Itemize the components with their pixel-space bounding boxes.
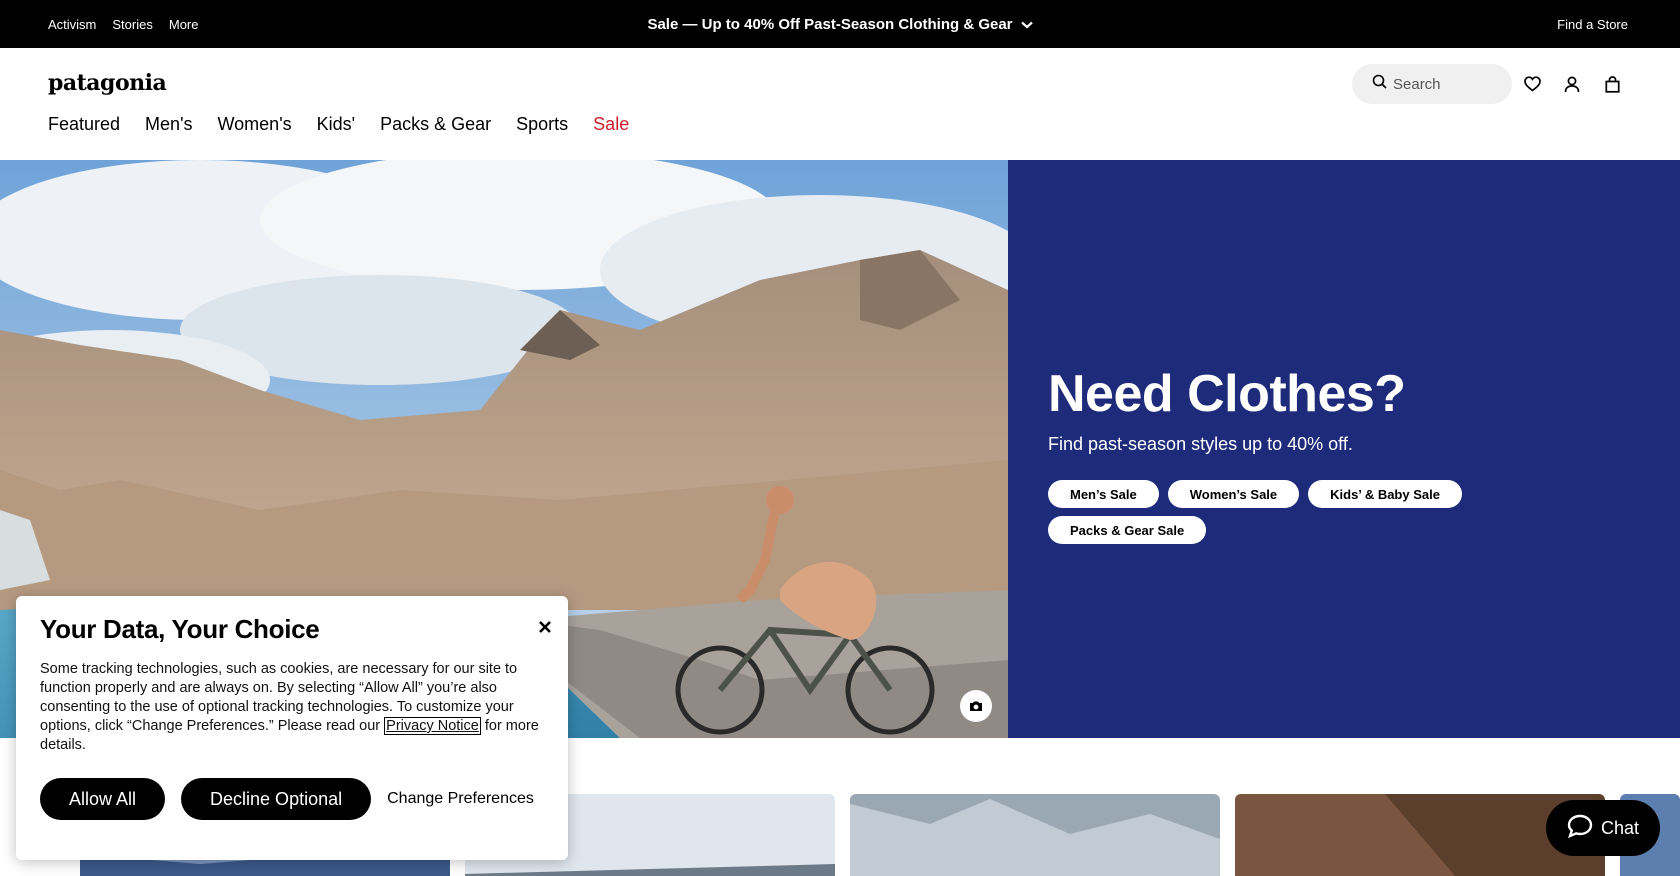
kids-baby-sale-button[interactable]: Kids’ & Baby Sale (1308, 480, 1462, 508)
hero-title: Need Clothes? (1048, 365, 1406, 423)
find-store-link[interactable]: Find a Store (1557, 17, 1628, 32)
stories-link[interactable]: Stories (112, 17, 152, 32)
cookie-modal-title: Your Data, Your Choice (40, 614, 320, 644)
chevron-down-icon[interactable] (1020, 16, 1033, 33)
sale-category-pills: Men’s Sale Women’s Sale Kids’ & Baby Sal… (1048, 480, 1468, 544)
privacy-notice-link[interactable]: Privacy Notice (384, 717, 481, 735)
cookie-consent-modal: Your Data, Your Choice Some tracking tec… (16, 596, 568, 860)
nav-womens[interactable]: Women's (218, 114, 292, 135)
nav-packs-gear[interactable]: Packs & Gear (380, 114, 491, 135)
womens-sale-button[interactable]: Women’s Sale (1167, 480, 1300, 508)
site-header: patagonia Featured Men's Women's Kids' P… (0, 48, 1680, 160)
search-box[interactable] (1352, 64, 1512, 104)
chat-label: Chat (1600, 817, 1640, 838)
hero-panel: Need Clothes? Find past-season styles up… (1008, 160, 1680, 738)
mens-sale-button[interactable]: Men’s Sale (1048, 480, 1159, 508)
utility-links: Activism Stories More (48, 17, 198, 32)
header-icons (1522, 72, 1622, 96)
promo-message[interactable]: Sale — Up to 40% Off Past-Season Clothin… (647, 16, 1012, 33)
category-tile[interactable] (850, 794, 1220, 876)
patagonia-logo[interactable]: patagonia (48, 70, 167, 96)
search-icon (1372, 74, 1387, 94)
hero-subtitle: Find past-season styles up to 40% off. (1048, 434, 1353, 454)
nav-featured[interactable]: Featured (48, 114, 120, 135)
promo-message-container: Sale — Up to 40% Off Past-Season Clothin… (0, 16, 1680, 33)
bag-icon[interactable] (1602, 72, 1622, 96)
nav-sports[interactable]: Sports (516, 114, 568, 135)
change-preferences-button[interactable]: Change Preferences (387, 790, 534, 808)
close-icon[interactable] (534, 616, 556, 638)
nav-mens[interactable]: Men's (145, 114, 192, 135)
cookie-buttons: Allow All Decline Optional Change Prefer… (40, 778, 534, 820)
account-icon[interactable] (1562, 72, 1582, 96)
nav-sale[interactable]: Sale (593, 114, 629, 135)
activism-link[interactable]: Activism (48, 17, 96, 32)
heart-icon[interactable] (1522, 72, 1542, 96)
promo-bar: Activism Stories More Sale — Up to 40% O… (0, 0, 1680, 48)
camera-icon[interactable] (960, 690, 992, 722)
search-input[interactable] (1393, 75, 1503, 93)
allow-all-button[interactable]: Allow All (40, 778, 166, 820)
main-nav: Featured Men's Women's Kids' Packs & Gea… (48, 114, 654, 135)
decline-optional-button[interactable]: Decline Optional (181, 778, 372, 820)
more-link[interactable]: More (169, 17, 199, 32)
cookie-modal-body: Some tracking technologies, such as cook… (40, 660, 540, 755)
chat-button[interactable]: Chat (1546, 800, 1660, 856)
nav-kids[interactable]: Kids' (317, 114, 355, 135)
chat-bubble-icon (1567, 814, 1593, 843)
packs-gear-sale-button[interactable]: Packs & Gear Sale (1048, 516, 1207, 544)
